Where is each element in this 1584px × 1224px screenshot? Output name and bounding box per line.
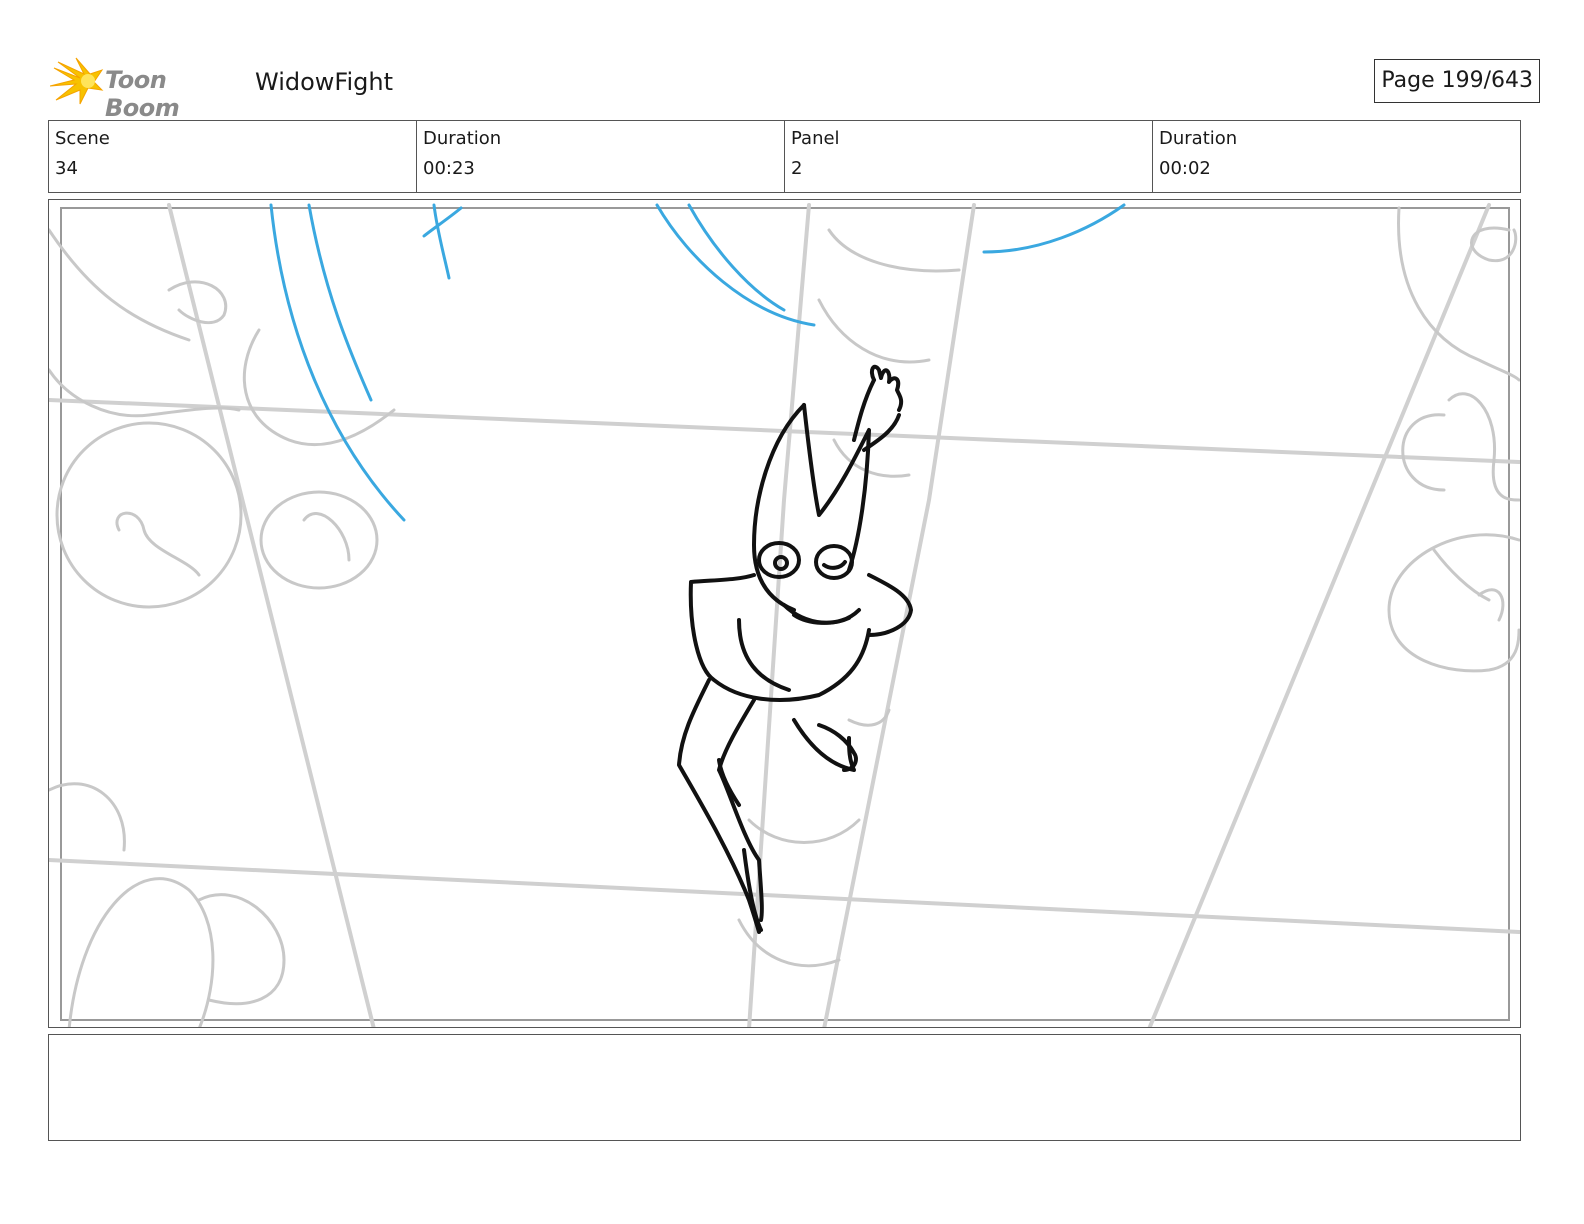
scene-duration-value: 00:23 bbox=[423, 158, 475, 179]
scene-value: 34 bbox=[55, 158, 78, 179]
panel-cell: Panel 2 bbox=[785, 121, 1153, 192]
scene-duration-cell: Duration 00:23 bbox=[417, 121, 785, 192]
project-title: WidowFight bbox=[255, 68, 393, 96]
background-sketch bbox=[49, 203, 1520, 1027]
logo-wordmark: Toon Boom bbox=[105, 66, 180, 122]
toon-boom-logo: Toon Boom bbox=[50, 56, 240, 122]
page-number: Page 199/643 bbox=[1374, 59, 1540, 103]
storyboard-panel bbox=[48, 199, 1521, 1028]
blue-guides bbox=[269, 203, 1126, 522]
starburst-icon bbox=[50, 57, 104, 105]
panel-sketch bbox=[49, 203, 1520, 1027]
scene-cell: Scene 34 bbox=[49, 121, 417, 192]
panel-duration-value: 00:02 bbox=[1159, 158, 1211, 179]
character-ink bbox=[677, 364, 913, 934]
panel-value: 2 bbox=[791, 158, 803, 179]
scene-info-table: Scene 34 Duration 00:23 Panel 2 Duration… bbox=[48, 120, 1521, 193]
panel-duration-label: Duration bbox=[1159, 128, 1238, 149]
pod-sketches bbox=[49, 206, 1520, 1027]
notes-box bbox=[48, 1034, 1521, 1141]
page-header: Toon Boom WidowFight Page 199/643 bbox=[50, 56, 1540, 122]
scene-label: Scene bbox=[55, 128, 110, 149]
panel-duration-cell: Duration 00:02 bbox=[1153, 121, 1520, 192]
panel-label: Panel bbox=[791, 128, 840, 149]
safe-frame bbox=[60, 207, 1510, 1021]
scene-duration-label: Duration bbox=[423, 128, 502, 149]
